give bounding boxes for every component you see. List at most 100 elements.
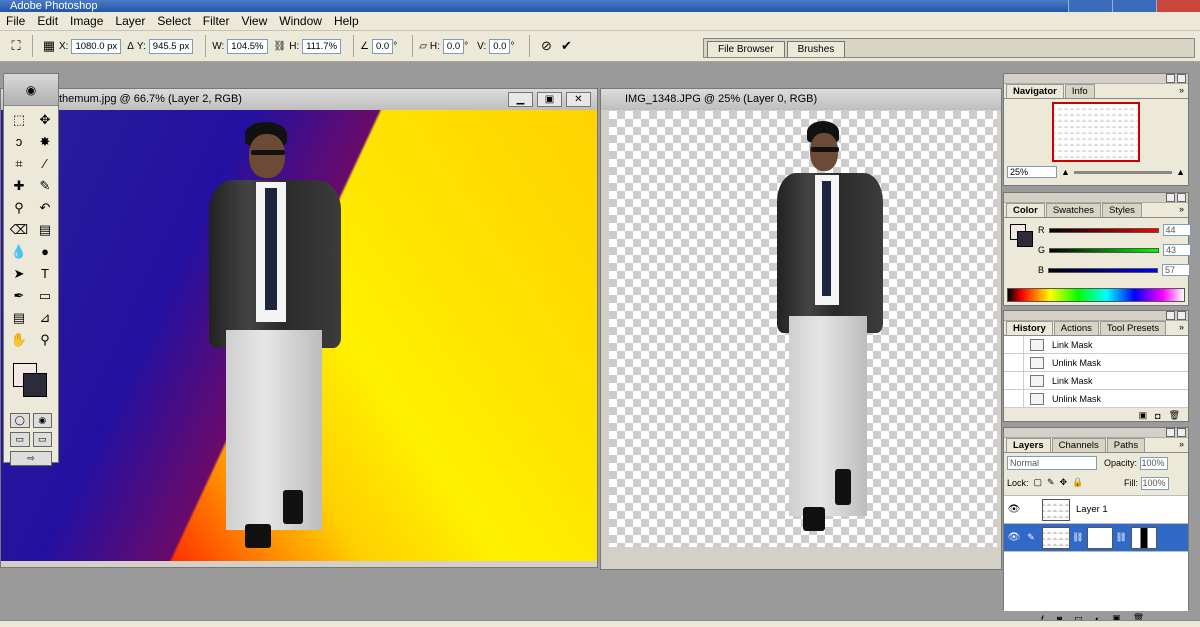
rotate-field[interactable]: 0.0	[372, 38, 394, 54]
panel-minimize-icon[interactable]	[1166, 311, 1175, 320]
panel-menu-icon[interactable]: »	[1179, 322, 1184, 332]
slice-tool-icon[interactable]: ∕	[33, 153, 57, 174]
vector-mask-thumbnail[interactable]	[1130, 526, 1157, 549]
vskew-field[interactable]: 0.0	[489, 38, 511, 54]
panel-minimize-icon[interactable]	[1166, 193, 1175, 202]
photoshop-eye-icon[interactable]: ◉	[4, 74, 58, 106]
layer-row-selected[interactable]: 👁 ✎ ⛓ ⛓	[1004, 523, 1188, 551]
tab-actions[interactable]: Actions	[1053, 321, 1099, 335]
lasso-tool-icon[interactable]: ↄ	[7, 131, 31, 152]
lock-transparency-icon[interactable]: ▢	[1034, 477, 1043, 488]
green-field[interactable]: 43	[1163, 244, 1192, 256]
y-field[interactable]: 945.5 px	[148, 38, 194, 54]
layer-name[interactable]: Layer 1	[1076, 504, 1108, 515]
red-field[interactable]: 44	[1162, 224, 1191, 236]
chain-link-icon[interactable]: ⛓	[1072, 532, 1083, 543]
blend-mode-select[interactable]: Normal	[1007, 456, 1097, 470]
color-swatches[interactable]	[7, 357, 55, 407]
close-button[interactable]	[1156, 0, 1200, 12]
cancel-transform-icon[interactable]: ⊘	[536, 36, 556, 56]
background-color[interactable]	[23, 373, 47, 397]
menu-image[interactable]: Image	[64, 14, 109, 28]
clone-stamp-icon[interactable]: ⚲	[7, 197, 31, 218]
navigator-preview[interactable]	[1052, 102, 1140, 162]
menu-select[interactable]: Select	[151, 14, 196, 28]
menu-edit[interactable]: Edit	[31, 14, 64, 28]
width-field[interactable]: 104.5%	[227, 38, 268, 54]
tab-styles[interactable]: Styles	[1102, 203, 1142, 217]
snapshot-icon[interactable]: ◘	[1155, 411, 1160, 421]
magic-wand-icon[interactable]: ✸	[33, 131, 57, 152]
history-item[interactable]: Unlink Mask	[1004, 353, 1188, 372]
move-tool-icon[interactable]: ✥	[33, 109, 57, 130]
jump-to-imageready-icon[interactable]: ⇨	[10, 451, 52, 466]
menu-help[interactable]: Help	[328, 14, 365, 28]
visibility-eye-icon[interactable]: 👁	[1004, 504, 1024, 515]
document-window-1[interactable]: themum.jpg @ 66.7% (Layer 2, RGB) ▁ ▣ ✕	[0, 88, 598, 568]
lock-paint-icon[interactable]: ✎	[1047, 477, 1055, 488]
height-field[interactable]: 111.7%	[302, 38, 342, 54]
fill-field[interactable]: 100%	[1140, 477, 1169, 490]
lock-all-icon[interactable]: 🔒	[1072, 477, 1083, 488]
dodge-tool-icon[interactable]: ●	[33, 241, 57, 262]
brush-tool-icon[interactable]: ✎	[33, 175, 57, 196]
history-brush-icon[interactable]: ↶	[33, 197, 57, 218]
blue-slider[interactable]	[1048, 267, 1159, 273]
hskew-field[interactable]: 0.0	[442, 38, 465, 54]
menu-layer[interactable]: Layer	[109, 14, 151, 28]
tab-paths[interactable]: Paths	[1106, 438, 1146, 452]
tab-layers[interactable]: Layers	[1006, 438, 1051, 452]
chain-link-icon[interactable]: ⛓	[274, 41, 287, 52]
opacity-field[interactable]: 100%	[1139, 457, 1168, 470]
healing-brush-icon[interactable]: ✚	[7, 175, 31, 196]
lock-position-icon[interactable]: ✥	[1060, 477, 1068, 488]
panel-menu-icon[interactable]: »	[1179, 204, 1184, 214]
gradient-tool-icon[interactable]: ▤	[33, 219, 57, 240]
tab-color[interactable]: Color	[1006, 203, 1045, 217]
history-item[interactable]: Link Mask	[1004, 335, 1188, 354]
standard-mode-icon[interactable]: ◯	[10, 413, 30, 428]
pen-tool-icon[interactable]: ✒	[7, 285, 31, 306]
path-select-icon[interactable]: ➤	[7, 263, 31, 284]
tab-file-browser[interactable]: File Browser	[707, 41, 785, 57]
tab-channels[interactable]: Channels	[1051, 438, 1106, 452]
tab-history[interactable]: History	[1006, 321, 1053, 335]
notes-tool-icon[interactable]: ▤	[7, 307, 31, 328]
panel-menu-icon[interactable]: »	[1179, 439, 1184, 449]
maximize-button[interactable]	[1112, 0, 1156, 12]
minimize-button[interactable]	[1068, 0, 1112, 12]
zoom-in-icon[interactable]: ▲	[1176, 167, 1185, 177]
panel-close-icon[interactable]	[1177, 193, 1186, 202]
green-slider[interactable]	[1049, 247, 1160, 253]
zoom-field[interactable]: 25%	[1007, 166, 1057, 178]
tab-navigator[interactable]: Navigator	[1006, 84, 1064, 98]
shape-tool-icon[interactable]: ▭	[33, 285, 57, 306]
panel-menu-icon[interactable]: »	[1179, 85, 1184, 95]
eyedropper-icon[interactable]: ⊿	[33, 307, 57, 328]
red-slider[interactable]	[1048, 227, 1159, 233]
panel-minimize-icon[interactable]	[1166, 74, 1175, 83]
layer-row[interactable]: 👁 Layer 1	[1004, 495, 1188, 523]
document-window-2[interactable]: IMG_1348.JPG @ 25% (Layer 0, RGB)	[600, 88, 1002, 570]
panel-close-icon[interactable]	[1177, 74, 1186, 83]
zoom-out-icon[interactable]: ▲	[1061, 167, 1070, 177]
blue-field[interactable]: 57	[1162, 264, 1191, 276]
menu-filter[interactable]: Filter	[197, 14, 236, 28]
x-field[interactable]: 1080.0 px	[71, 38, 122, 54]
zoom-slider[interactable]	[1073, 170, 1173, 174]
menu-file[interactable]: File	[0, 14, 31, 28]
history-item[interactable]: Unlink Mask	[1004, 389, 1188, 408]
quick-mask-icon[interactable]: ◉	[32, 413, 52, 428]
chain-link-icon[interactable]: ⛓	[1115, 532, 1126, 543]
menu-window[interactable]: Window	[273, 14, 328, 28]
tab-tool-presets[interactable]: Tool Presets	[1099, 321, 1167, 335]
marquee-tool-icon[interactable]: ⬚	[7, 109, 31, 130]
reference-point-icon[interactable]: ▦	[39, 36, 59, 56]
restore-icon[interactable]: ▣	[537, 92, 562, 107]
trash-icon[interactable]: 🗑	[1169, 410, 1180, 421]
blur-tool-icon[interactable]: 💧	[7, 241, 31, 262]
transform-tool-icon[interactable]: ⛶	[6, 36, 26, 56]
tab-swatches[interactable]: Swatches	[1045, 203, 1101, 217]
commit-transform-icon[interactable]: ✔	[556, 36, 576, 56]
document-title-bar[interactable]: IMG_1348.JPG @ 25% (Layer 0, RGB)	[601, 89, 1001, 110]
